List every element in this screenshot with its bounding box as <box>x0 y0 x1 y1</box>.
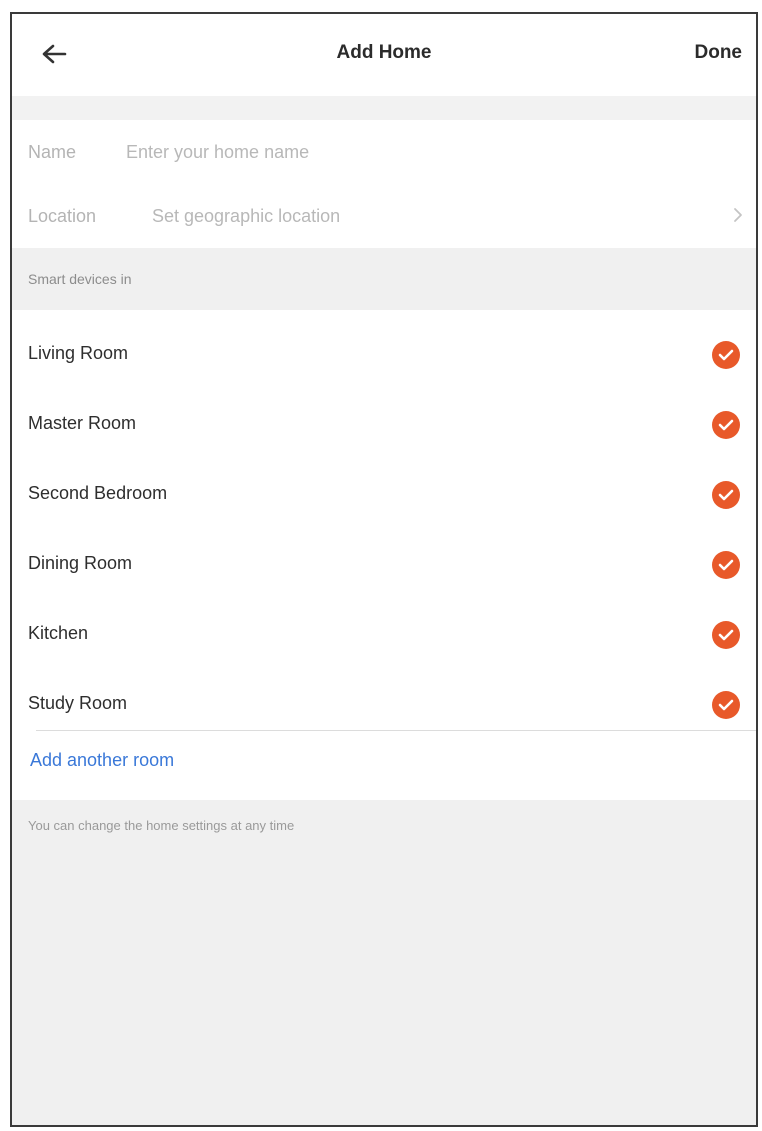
home-form: Name Enter your home name Location Set g… <box>12 120 756 248</box>
rooms-section-header: Smart devices in <box>12 248 756 310</box>
room-item-master-room[interactable]: Master Room <box>12 390 756 460</box>
location-field[interactable]: Set geographic location <box>152 206 340 227</box>
name-input[interactable]: Enter your home name <box>126 142 309 163</box>
room-item-living-room[interactable]: Living Room <box>12 320 756 390</box>
room-item-second-bedroom[interactable]: Second Bedroom <box>12 460 756 530</box>
room-name: Second Bedroom <box>28 483 168 503</box>
room-item-dining-room[interactable]: Dining Room <box>12 530 756 600</box>
top-bar: Add Home Done <box>12 14 756 96</box>
name-label: Name <box>28 141 77 162</box>
room-name: Master Room <box>28 413 137 433</box>
phone-screen: Add Home Done Name Enter your home name … <box>10 12 758 1127</box>
add-another-room-link[interactable]: Add another room <box>30 750 174 771</box>
room-name: Kitchen <box>28 623 89 643</box>
room-item-kitchen[interactable]: Kitchen <box>12 600 756 670</box>
done-button[interactable]: Done <box>695 42 743 64</box>
separator <box>12 96 756 120</box>
checkmark-icon[interactable] <box>712 411 740 439</box>
rooms-list: Living Room Master Room Second Bedroom D… <box>12 310 756 800</box>
checkmark-icon[interactable] <box>712 551 740 579</box>
section-header-text: Smart devices in <box>28 271 132 287</box>
name-row[interactable]: Name Enter your home name <box>12 120 756 184</box>
room-name: Study Room <box>28 693 128 713</box>
checkmark-icon[interactable] <box>712 481 740 509</box>
room-name: Dining Room <box>28 553 133 573</box>
checkmark-icon[interactable] <box>712 691 740 719</box>
checkmark-icon[interactable] <box>712 621 740 649</box>
settings-hint: You can change the home settings at any … <box>28 818 295 833</box>
chevron-right-icon <box>734 208 742 222</box>
room-name: Living Room <box>28 343 129 363</box>
page-title: Add Home <box>336 42 432 63</box>
location-row[interactable]: Location Set geographic location <box>12 184 756 248</box>
divider <box>36 730 756 731</box>
location-label: Location <box>28 205 97 226</box>
checkmark-icon[interactable] <box>712 341 740 369</box>
